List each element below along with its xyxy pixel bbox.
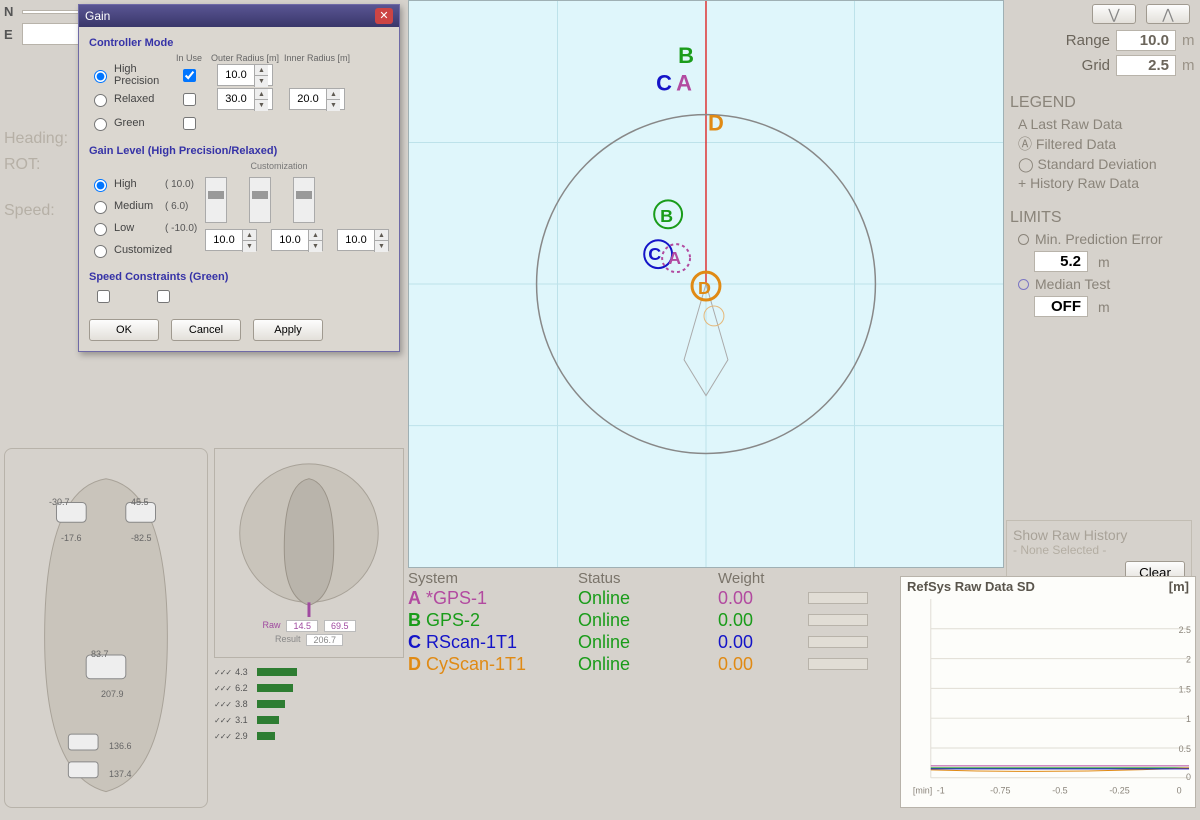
legend: A Last Raw Data Ⓐ Filtered Data ◯ Standa… <box>1006 116 1200 191</box>
inuse-relaxed[interactable] <box>183 93 196 106</box>
gain-level-title: Gain Level (High Precision/Relaxed) <box>89 145 389 157</box>
svg-text:C: C <box>648 244 661 264</box>
gain-slider-3[interactable] <box>293 177 315 223</box>
limit-median-field[interactable] <box>1034 296 1088 317</box>
svg-text:-0.5: -0.5 <box>1052 786 1067 796</box>
range-field[interactable]: 10.0 <box>1116 30 1176 51</box>
legend-title: LEGEND <box>1010 94 1200 112</box>
gain-high[interactable]: High <box>89 176 165 192</box>
range-down-button[interactable]: ⋁ <box>1092 4 1136 24</box>
weight-bar <box>808 592 868 604</box>
limit-median-radio[interactable] <box>1018 279 1029 290</box>
gain-medium[interactable]: Medium <box>89 198 165 214</box>
svg-text:2.5: 2.5 <box>1179 625 1191 635</box>
thrust-histogram: ✓✓✓4.3✓✓✓6.2✓✓✓3.8✓✓✓3.1✓✓✓2.9 <box>214 664 404 784</box>
outer-radius-hp[interactable]: ▲▼ <box>217 64 273 86</box>
limits-title: LIMITS <box>1010 209 1200 227</box>
outer-radius-relaxed[interactable]: ▲▼ <box>217 88 273 110</box>
inuse-hp[interactable] <box>183 69 196 82</box>
svg-text:-0.75: -0.75 <box>990 786 1010 796</box>
mode-relaxed[interactable]: Relaxed <box>89 91 169 107</box>
limit-minpred-field[interactable] <box>1034 251 1088 272</box>
mode-high-precision[interactable]: High Precision <box>89 63 169 87</box>
svg-text:D: D <box>708 111 724 136</box>
chevron-up-icon[interactable]: ▲ <box>254 65 268 76</box>
controller-mode-title: Controller Mode <box>89 37 389 49</box>
gain-dialog: Gain ✕ Controller Mode In Use Outer Radi… <box>78 4 400 352</box>
inner-radius-relaxed[interactable]: ▲▼ <box>289 88 345 110</box>
svg-text:-0.25: -0.25 <box>1109 786 1129 796</box>
speed-constraints-title: Speed Constraints (Green) <box>89 271 389 283</box>
svg-text:B: B <box>678 43 694 68</box>
svg-text:[min]: [min] <box>913 786 932 796</box>
weight-bar <box>808 636 868 648</box>
svg-text:B: B <box>660 206 673 226</box>
grid-field[interactable]: 2.5 <box>1116 55 1176 76</box>
svg-text:2: 2 <box>1186 655 1191 665</box>
svg-text:A: A <box>668 248 681 268</box>
svg-text:0: 0 <box>1186 772 1191 782</box>
inuse-green[interactable] <box>183 117 196 130</box>
custom-2[interactable]: ▲▼ <box>271 229 323 251</box>
range-label: Range <box>1066 32 1110 49</box>
heading-panel: Raw 14.5 69.5 Result 206.7 <box>214 448 404 658</box>
chevron-down-icon[interactable]: ▼ <box>254 76 268 87</box>
svg-text:C: C <box>656 71 672 96</box>
svg-text:1.5: 1.5 <box>1179 684 1191 694</box>
vessel-diagram: -30.7 45.5 -17.6 -82.5 83.7 207.9 136.6 … <box>4 448 208 808</box>
weight-bar <box>808 658 868 670</box>
limit-minpred-radio[interactable] <box>1018 234 1029 245</box>
gain-custom[interactable]: Customized <box>89 242 165 258</box>
svg-text:1: 1 <box>1186 714 1191 724</box>
ok-button[interactable]: OK <box>89 319 159 341</box>
sd-chart: RefSys Raw Data SD [m] 2.52 1.51 0.50 -1… <box>900 576 1196 808</box>
mode-green[interactable]: Green <box>89 115 169 131</box>
apply-button[interactable]: Apply <box>253 319 323 341</box>
svg-text:0.5: 0.5 <box>1179 744 1191 754</box>
svg-text:A: A <box>676 71 692 96</box>
gain-low[interactable]: Low <box>89 220 165 236</box>
cancel-button[interactable]: Cancel <box>171 319 241 341</box>
gain-slider-1[interactable] <box>205 177 227 223</box>
svg-text:-1: -1 <box>937 786 945 796</box>
dialog-title: Gain <box>85 9 110 23</box>
range-up-button[interactable]: ⋀ <box>1146 4 1190 24</box>
svg-text:0: 0 <box>1177 786 1182 796</box>
custom-3[interactable]: ▲▼ <box>337 229 389 251</box>
close-icon[interactable]: ✕ <box>375 8 393 24</box>
custom-1[interactable]: ▲▼ <box>205 229 257 251</box>
faint-labels: Heading: ROT: Speed: <box>4 130 68 228</box>
svg-text:D: D <box>698 278 711 298</box>
grid-label: Grid <box>1082 57 1110 74</box>
gain-slider-2[interactable] <box>249 177 271 223</box>
weight-bar <box>808 614 868 626</box>
position-plot[interactable]: B C A D B C A D <box>408 0 1004 568</box>
